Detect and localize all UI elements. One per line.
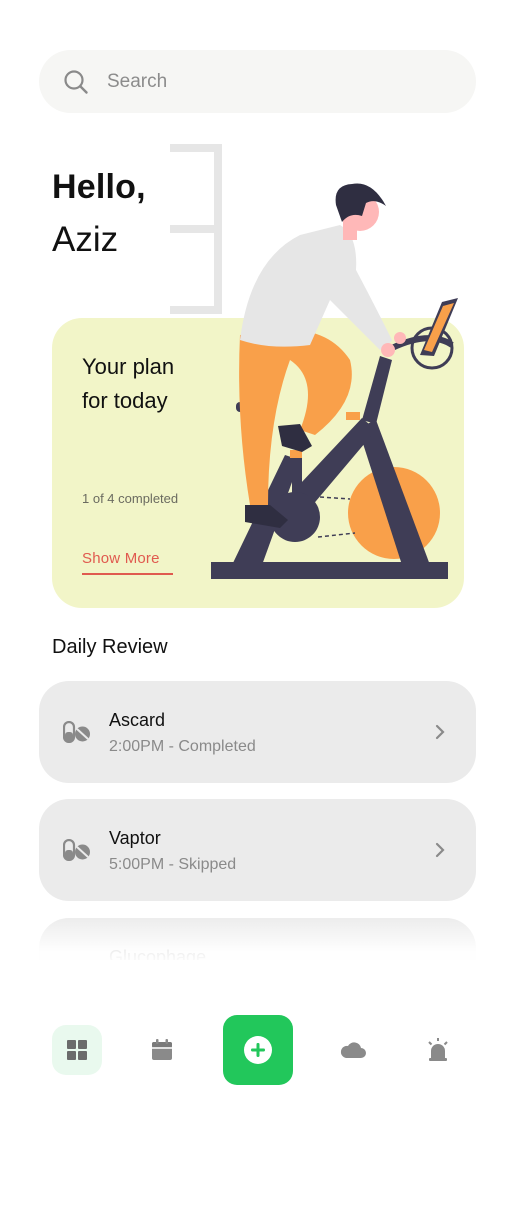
add-circle-icon [244, 1036, 272, 1064]
cloud-icon [340, 1042, 366, 1058]
greeting-hello: Hello, [52, 168, 146, 206]
chevron-right-icon [435, 842, 445, 858]
greeting-user-name: Aziz [52, 220, 119, 259]
med-detail: 5:00PM - Skipped [109, 856, 237, 873]
nav-calendar-button[interactable] [147, 1035, 177, 1065]
pills-icon [63, 721, 90, 743]
calendar-icon [152, 1039, 172, 1060]
plan-title: Your plan for today [82, 354, 175, 413]
alarm-siren-icon [428, 1038, 448, 1061]
cyclist-illustration [170, 144, 458, 579]
list-item[interactable]: Ascard 2:00PM - Completed [39, 681, 476, 783]
list-item[interactable]: Vaptor 5:00PM - Skipped [39, 799, 476, 901]
med-name: Vaptor [109, 828, 161, 848]
add-button[interactable] [223, 1015, 293, 1085]
search-icon [64, 70, 88, 94]
med-detail: 2:00PM - Completed [109, 738, 256, 755]
list-item[interactable]: Glucophage [39, 918, 476, 960]
med-name: Ascard [109, 710, 166, 730]
daily-review-list[interactable]: Ascard 2:00PM - Completed Vaptor 5:00PM … [39, 680, 476, 960]
chevron-right-icon [435, 724, 445, 740]
nav-alarm-button[interactable] [423, 1034, 453, 1066]
bottom-nav [0, 1010, 515, 1090]
plan-progress-text: 1 of 4 completed [82, 491, 179, 506]
nav-dashboard-button[interactable] [52, 1025, 102, 1075]
search-input[interactable] [107, 50, 447, 113]
show-more-link[interactable]: Show More [82, 550, 173, 575]
pills-icon [63, 839, 90, 861]
daily-review-title: Daily Review [52, 636, 168, 658]
nav-cloud-button[interactable] [338, 1035, 368, 1065]
dashboard-grid-icon [67, 1040, 87, 1060]
search-bar[interactable] [39, 50, 476, 113]
med-name: Glucophage [109, 947, 207, 960]
